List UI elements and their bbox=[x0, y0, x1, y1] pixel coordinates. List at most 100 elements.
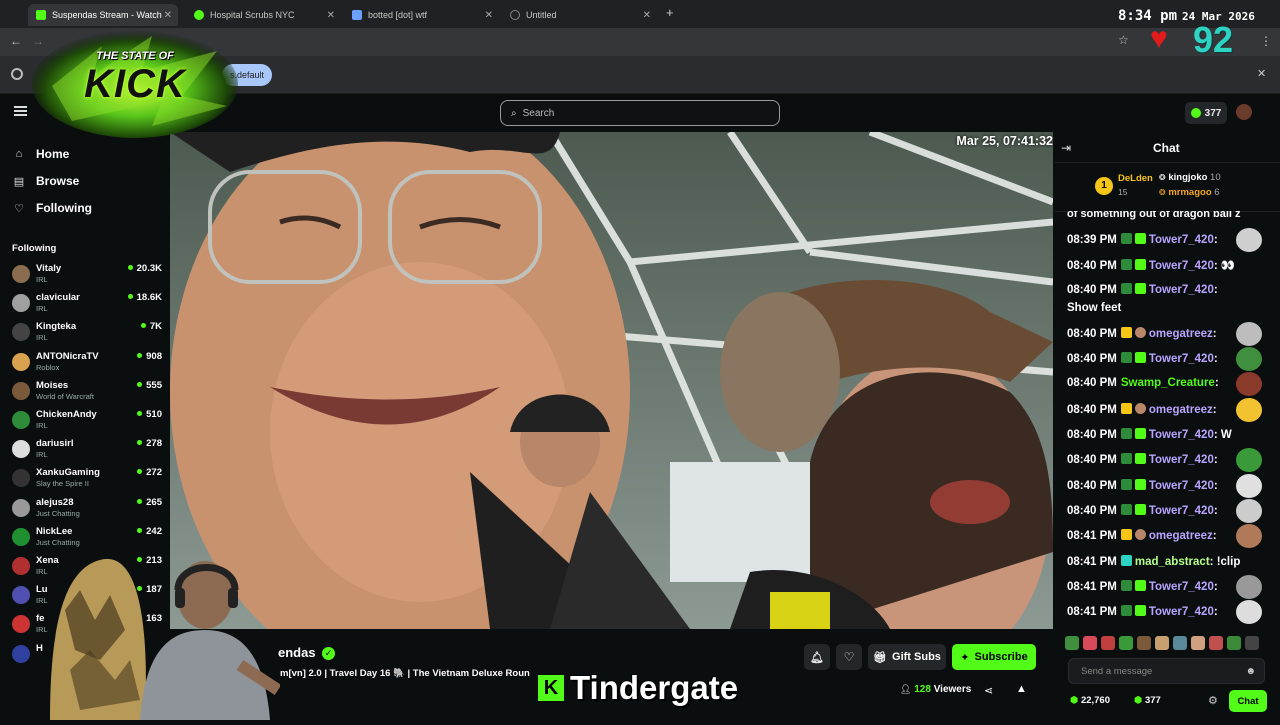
heart-rate-value: 92 bbox=[1193, 19, 1234, 60]
chat-points-value: 22,760 bbox=[1080, 695, 1110, 706]
logo-main-text: KICK bbox=[84, 62, 186, 106]
logo-top-text: THE STATE OF bbox=[96, 50, 174, 62]
following-viewers: 272 bbox=[137, 467, 162, 478]
avatar bbox=[12, 352, 30, 371]
message-time: 08:41 PM bbox=[1067, 530, 1117, 542]
follow-button[interactable]: ♡ bbox=[836, 644, 862, 670]
close-info-bar-icon[interactable]: ✕ bbox=[1257, 67, 1266, 80]
menu-icon[interactable] bbox=[14, 106, 27, 116]
close-tab-icon[interactable]: ✕ bbox=[643, 10, 651, 21]
nav-home[interactable]: ⌂ Home bbox=[12, 147, 70, 161]
message-user[interactable]: mad_abstract bbox=[1135, 556, 1210, 568]
chat-title: Chat bbox=[1153, 141, 1180, 155]
following-item[interactable]: ChickenAndy IRL 510 bbox=[12, 409, 162, 437]
following-item[interactable]: dariusirl IRL 278 bbox=[12, 438, 162, 466]
back-icon[interactable]: ← bbox=[10, 34, 22, 48]
share-icon[interactable]: ⋖ bbox=[984, 684, 993, 697]
message-user[interactable]: Tower7_420 bbox=[1149, 429, 1214, 441]
kick-points-icon: ⬢ bbox=[1070, 695, 1079, 706]
following-item[interactable]: XankuGaming Slay the Spire II 272 bbox=[12, 467, 162, 495]
emote-shortcut[interactable] bbox=[1137, 636, 1151, 650]
chat-message: 08:40 PM Tower7_420: bbox=[1067, 504, 1218, 517]
channel-name[interactable]: endas bbox=[278, 645, 316, 660]
following-item[interactable]: Moises World of Warcraft 555 bbox=[12, 380, 162, 408]
send-message-input[interactable]: Send a message ☻ bbox=[1068, 658, 1265, 684]
message-user[interactable]: Swamp_Creature bbox=[1121, 377, 1215, 389]
following-name: Vitaly bbox=[36, 263, 62, 274]
tab-hospital-scrubs[interactable]: Hospital Scrubs NYC ✕ bbox=[186, 4, 341, 26]
following-item[interactable]: ANTONicraTV Roblox 908 bbox=[12, 351, 162, 379]
emote-shortcut[interactable] bbox=[1155, 636, 1169, 650]
message-colon: : bbox=[1213, 505, 1218, 517]
search-input[interactable]: ⌕ Search bbox=[500, 100, 780, 126]
chat-send-button[interactable]: Chat bbox=[1229, 690, 1267, 712]
following-item[interactable]: alejus28 Just Chatting 265 bbox=[12, 497, 162, 525]
browser-menu-icon[interactable]: ⋮ bbox=[1260, 34, 1272, 48]
tab-suspendas[interactable]: Suspendas Stream - Watch ✕ bbox=[28, 4, 178, 26]
message-user[interactable]: Tower7_420 bbox=[1149, 606, 1214, 618]
bottom-banner: K Tindergate bbox=[538, 669, 748, 706]
avatar bbox=[12, 644, 30, 663]
following-viewers: 555 bbox=[137, 380, 162, 391]
message-user[interactable]: Tower7_420 bbox=[1149, 454, 1214, 466]
chat-message: 08:40 PM Tower7_420: 👀 bbox=[1067, 258, 1235, 272]
report-icon[interactable]: ▲ bbox=[1016, 683, 1027, 695]
bookmark-star-icon[interactable]: ☆ bbox=[1118, 33, 1129, 47]
chrome-icon bbox=[11, 68, 23, 80]
message-user[interactable]: Tower7_420 bbox=[1149, 234, 1214, 246]
message-user[interactable]: omegatreez bbox=[1149, 328, 1213, 340]
message-user[interactable]: omegatreez bbox=[1149, 404, 1213, 416]
message-user[interactable]: Tower7_420 bbox=[1149, 581, 1214, 593]
video-player[interactable]: Mar 25, 07:41:32 bbox=[170, 132, 1053, 629]
emote-shortcut[interactable] bbox=[1083, 636, 1097, 650]
emoji-icon[interactable]: ☻ bbox=[1245, 666, 1256, 677]
close-tab-icon[interactable]: ✕ bbox=[327, 10, 335, 21]
emote-shortcut[interactable] bbox=[1173, 636, 1187, 650]
following-item[interactable]: Vitaly IRL 20.3K bbox=[12, 263, 162, 291]
leader-name: DeLden bbox=[1118, 173, 1153, 184]
emote-shortcut[interactable] bbox=[1101, 636, 1115, 650]
nav-following[interactable]: ♡ Following bbox=[12, 201, 92, 215]
nav-browse[interactable]: ▤ Browse bbox=[12, 174, 80, 188]
subscribe-button[interactable]: ✦ Subscribe bbox=[952, 644, 1036, 670]
emote-shortcut[interactable] bbox=[1119, 636, 1133, 650]
message-time: 08:40 PM bbox=[1067, 260, 1117, 272]
close-tab-icon[interactable]: ✕ bbox=[164, 10, 172, 21]
notification-bell-button[interactable]: 🔔︎ bbox=[804, 644, 830, 670]
message-user[interactable]: omegatreez bbox=[1149, 530, 1213, 542]
close-tab-icon[interactable]: ✕ bbox=[485, 10, 493, 21]
collapse-chat-icon[interactable]: ⇥ bbox=[1061, 141, 1071, 155]
sub-badge-icon bbox=[1120, 428, 1132, 439]
following-item[interactable]: clavicular IRL 18.6K bbox=[12, 292, 162, 320]
emote-shortcut[interactable] bbox=[1209, 636, 1223, 650]
sub-badge-icon bbox=[1120, 479, 1132, 490]
browser-tab-bar: Suspendas Stream - Watch ✕ Hospital Scru… bbox=[0, 0, 1280, 28]
message-user[interactable]: Tower7_420 bbox=[1149, 353, 1214, 365]
emote-shortcut[interactable] bbox=[1191, 636, 1205, 650]
stream-title: m[vn] 2.0 | Travel Day 16 🐘 | The Vietna… bbox=[280, 668, 530, 679]
message-user[interactable]: Tower7_420 bbox=[1149, 284, 1214, 296]
user-avatar[interactable] bbox=[1236, 104, 1252, 120]
tab-untitled[interactable]: Untitled ✕ bbox=[502, 4, 657, 26]
emote-image bbox=[1236, 322, 1262, 346]
message-colon: : bbox=[1213, 606, 1218, 618]
message-user[interactable]: Tower7_420 bbox=[1149, 260, 1214, 272]
gift-badge-icon bbox=[1134, 233, 1146, 244]
message-user[interactable]: Tower7_420 bbox=[1149, 505, 1214, 517]
sub-badge-icon bbox=[1120, 352, 1132, 363]
emote-shortcut[interactable] bbox=[1245, 636, 1259, 650]
new-tab-icon[interactable]: + bbox=[666, 5, 674, 20]
gift-subs-button[interactable]: 🎁︎ Gift Subs bbox=[868, 644, 946, 670]
message-user[interactable]: Tower7_420 bbox=[1149, 480, 1214, 492]
kick-logo-icon: K bbox=[538, 675, 564, 701]
emote-shortcut[interactable] bbox=[1065, 636, 1079, 650]
chat-points: ⬢ 22,760 bbox=[1070, 695, 1110, 706]
following-item[interactable]: Kingteka IRL 7K bbox=[12, 321, 162, 349]
message-time: 08:40 PM bbox=[1067, 429, 1117, 441]
settings-gear-icon[interactable]: ⚙ bbox=[1208, 694, 1218, 707]
points-badge[interactable]: 377 bbox=[1185, 102, 1227, 124]
message-time: 08:40 PM bbox=[1067, 284, 1117, 296]
emote-shortcut[interactable] bbox=[1227, 636, 1241, 650]
message-time: 08:41 PM bbox=[1067, 606, 1117, 618]
tab-botted[interactable]: botted [dot] wtf ✕ bbox=[344, 4, 499, 26]
